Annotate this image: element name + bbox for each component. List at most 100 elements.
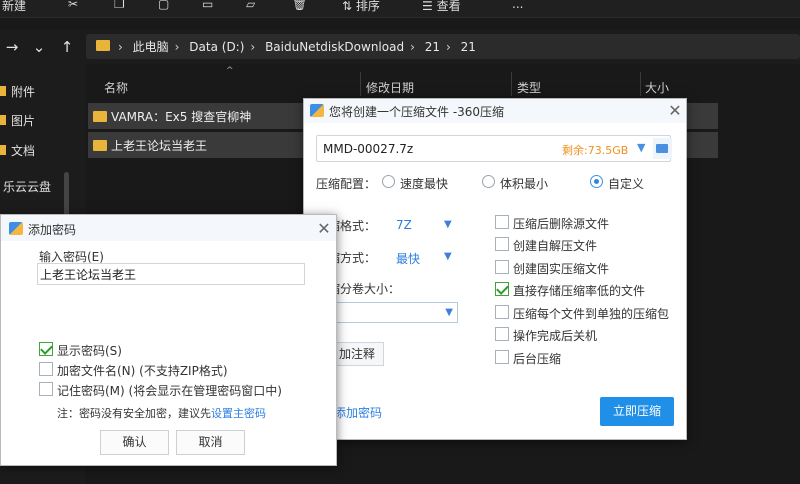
paste-icon[interactable]: ▢ (158, 0, 169, 11)
breadcrumb-item[interactable]: Data (D:) (189, 40, 244, 54)
address-box[interactable]: › 此电脑 › Data (D:) › BaiduNetdiskDownload › … (86, 34, 800, 59)
option-label[interactable]: 操作完成后关机 (513, 327, 597, 344)
close-icon[interactable]: ✕ (314, 219, 334, 238)
option-label[interactable]: 压缩每个文件到单独的压缩包 (513, 305, 669, 322)
breadcrumb-item[interactable]: 21 (425, 40, 440, 54)
new-button[interactable]: 新建 (2, 0, 26, 14)
column-divider[interactable] (360, 72, 361, 96)
app-icon (310, 104, 324, 117)
file-name: 上老王论坛当老王 (111, 139, 208, 153)
copy-icon[interactable]: ❐ (114, 0, 125, 11)
free-space-label: 剩余:73.5GB (562, 144, 629, 157)
rename-icon[interactable]: ▭ (202, 0, 213, 11)
cut-icon[interactable]: ✂ (68, 0, 78, 11)
option-checkbox[interactable] (495, 260, 509, 274)
column-header-name[interactable]: 名称 (104, 79, 128, 96)
dropdown-triangle-icon[interactable]: ▼ (444, 251, 452, 262)
view-label: 查看 (436, 0, 461, 13)
note-text: 注：密码没有安全加密，建议先 (57, 407, 211, 420)
dialog-title: 添加密码 (28, 223, 77, 237)
column-header-type[interactable]: 类型 (517, 79, 541, 96)
folder-icon (93, 111, 107, 122)
option-checkbox[interactable] (495, 350, 509, 364)
app-icon (9, 222, 23, 235)
share-icon[interactable]: ▱ (246, 0, 255, 11)
dialog-title: 您将创建一个压缩文件 -360压缩 (329, 105, 505, 119)
folder-icon (656, 144, 668, 153)
add-password-dialog: 添加密码 ✕ 输入密码(E) 上老王论坛当老王 显示密码(S) 加密文件名(N)… (0, 214, 337, 466)
radio-fastest[interactable] (382, 175, 395, 188)
column-header-size[interactable]: 大小 (645, 79, 669, 96)
add-comment-button[interactable]: 加注释 (330, 342, 384, 366)
sort-chevron-icon: ^ (226, 66, 234, 76)
sidebar-item-attachments[interactable]: 附件 (0, 81, 80, 101)
radio-label[interactable]: 自定义 (608, 175, 644, 192)
password-input[interactable]: 上老王论坛当老王 (37, 263, 305, 285)
remember-password-checkbox[interactable] (39, 382, 53, 396)
dialog-titlebar[interactable]: 添加密码 ✕ (1, 215, 336, 241)
column-divider[interactable] (640, 72, 641, 96)
dropdown-triangle-icon[interactable]: ▼ (445, 307, 453, 318)
folder-icon (0, 115, 6, 125)
show-password-label[interactable]: 显示密码(S) (57, 342, 122, 359)
split-size-label: 缩分卷大小： (328, 282, 401, 296)
option-checkbox[interactable] (495, 327, 509, 341)
confirm-button[interactable]: 确认 (100, 430, 169, 455)
radio-label[interactable]: 体积最小 (500, 175, 548, 192)
view-button[interactable]: ☰ 查看 (422, 0, 461, 14)
dropdown-triangle-icon[interactable]: ▼ (637, 141, 645, 154)
browse-folder-button[interactable] (653, 138, 672, 159)
sidebar-item-pictures[interactable]: 图片 (0, 110, 80, 130)
recent-chevron-icon[interactable]: ⌄ (31, 38, 47, 56)
sidebar-item-label: 附件 (11, 85, 36, 99)
option-checkbox[interactable] (495, 237, 509, 251)
format-select[interactable]: 7Z (396, 218, 412, 232)
breadcrumb-item[interactable]: 此电脑 (133, 40, 169, 54)
archive-filename-field[interactable]: MMD-00027.7z 剩余:73.5GB ▼ (316, 135, 672, 162)
cancel-button[interactable]: 取消 (176, 430, 245, 455)
radio-smallest[interactable] (482, 175, 495, 188)
dialog-titlebar[interactable]: 您将创建一个压缩文件 -360压缩 ✕ (304, 99, 686, 123)
filename-value: MMD-00027.7z (323, 142, 414, 156)
option-label[interactable]: 创建自解压文件 (513, 237, 597, 254)
explorer-toolbar: 新建 ✂ ❐ ▢ ▭ ▱ 🗑 ⇅ 排序 ☰ 查看 ... (0, 0, 800, 18)
compress-now-button[interactable]: 立即压缩 (600, 397, 674, 426)
close-icon[interactable]: ✕ (665, 101, 685, 120)
up-arrow-icon[interactable]: ↑ (59, 38, 75, 56)
split-size-select[interactable]: ▼ (332, 302, 458, 323)
add-password-link[interactable]: 添加密码 (334, 404, 382, 421)
security-note: 注：密码没有安全加密，建议先设置主密码 (57, 405, 266, 421)
set-master-password-link[interactable]: 设置主密码 (211, 407, 266, 420)
column-divider[interactable] (511, 72, 512, 96)
show-password-checkbox[interactable] (39, 342, 53, 356)
sidebar-item-documents[interactable]: 文档 (0, 140, 80, 160)
option-label[interactable]: 后台压缩 (513, 350, 561, 367)
column-header-date[interactable]: 修改日期 (366, 79, 414, 96)
breadcrumb-item[interactable]: BaiduNetdiskDownload (265, 40, 404, 54)
encrypt-filenames-label[interactable]: 加密文件名(N) (不支持ZIP格式) (57, 362, 228, 379)
folder-icon (96, 40, 110, 51)
sort-button[interactable]: ⇅ 排序 (342, 0, 380, 14)
method-select[interactable]: 最快 (396, 250, 420, 267)
folder-icon (0, 145, 6, 155)
dropdown-triangle-icon[interactable]: ▼ (444, 219, 452, 230)
sidebar-item-label: 文档 (11, 144, 36, 158)
option-label[interactable]: 压缩后删除源文件 (513, 215, 609, 232)
option-label[interactable]: 直接存储压缩率低的文件 (513, 282, 645, 299)
password-value: 上老王论坛当老王 (40, 268, 137, 282)
file-name: VAMRA：Ex5 搜查官柳神 (111, 110, 252, 124)
breadcrumb-item[interactable]: 21 (461, 40, 476, 54)
breadcrumb: › 此电脑 › Data (D:) › BaiduNetdiskDownload › … (118, 40, 476, 54)
encrypt-filenames-checkbox[interactable] (39, 362, 53, 376)
remember-password-label[interactable]: 记住密码(M) (将会显示在管理密码窗口中) (57, 382, 282, 399)
more-button[interactable]: ... (512, 0, 523, 11)
radio-custom[interactable] (590, 175, 603, 188)
forward-arrow-icon[interactable]: → (4, 38, 20, 56)
option-checkbox[interactable] (495, 215, 509, 229)
config-label: 压缩配置： (316, 177, 377, 191)
option-checkbox[interactable] (495, 305, 509, 319)
option-label[interactable]: 创建固实压缩文件 (513, 260, 609, 277)
radio-label[interactable]: 速度最快 (400, 175, 448, 192)
option-checkbox[interactable] (495, 282, 509, 296)
delete-icon[interactable]: 🗑 (292, 0, 307, 11)
